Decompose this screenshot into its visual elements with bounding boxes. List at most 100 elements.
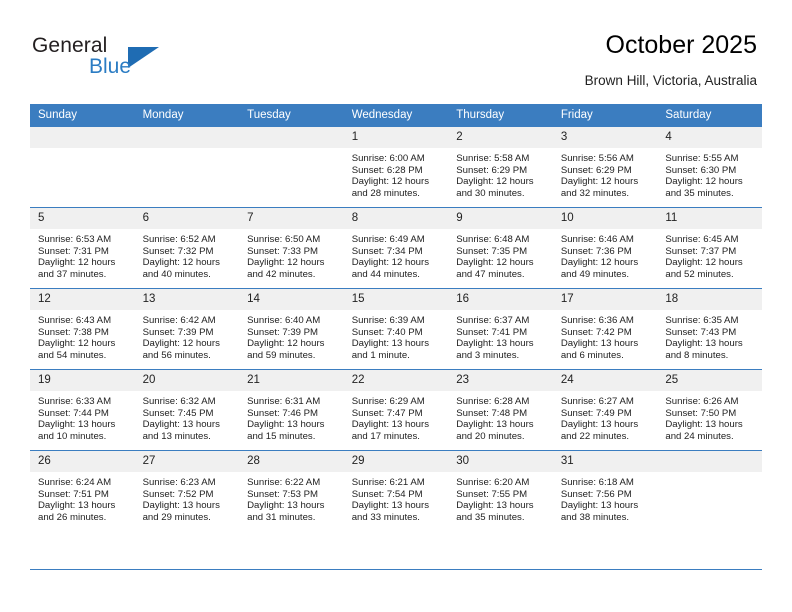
day-details: Sunrise: 6:24 AM Sunset: 7:51 PM Daylight:… (30, 472, 135, 524)
daylight-line-2: and 38 minutes. (560, 512, 630, 524)
calendar-day-cell[interactable]: 8 Sunrise: 6:49 AM Sunset: 7:34 PM Daylight… (343, 207, 449, 289)
calendar-week-row: 12 Sunrise: 6:43 AM Sunset: 7:38 PM Dayligh… (30, 288, 762, 370)
daylight-line-2: and 54 minutes. (38, 350, 107, 362)
day-details: Sunrise: 6:29 AM Sunset: 7:47 PM Daylight:… (344, 391, 449, 443)
calendar-day-cell[interactable]: 18 Sunrise: 6:35 AM Sunset: 7:43 PM Dayligh… (657, 288, 762, 370)
calendar-day-cell[interactable]: 15 Sunrise: 6:39 AM Sunset: 7:40 PM Dayligh… (343, 288, 449, 370)
calendar-day-cell[interactable]: 9 Sunrise: 6:48 AM Sunset: 7:35 PM Daylight… (448, 207, 553, 289)
day-details: Sunrise: 6:53 AM Sunset: 7:31 PM Daylight:… (30, 229, 135, 281)
daylight-line-1: Daylight: 12 hours (247, 338, 325, 350)
calendar-week-row: 1 Sunrise: 6:00 AM Sunset: 6:28 PM Daylight… (30, 126, 762, 208)
calendar-day-cell[interactable]: 3 Sunrise: 5:56 AM Sunset: 6:29 PM Daylight… (552, 126, 658, 208)
sunset-time: Sunset: 7:52 PM (142, 488, 214, 500)
sunrise-time: Sunrise: 6:21 AM (351, 477, 425, 488)
calendar-day-cell[interactable]: 12 Sunrise: 6:43 AM Sunset: 7:38 PM Dayligh… (30, 288, 135, 370)
page-title: October 2025 (605, 31, 758, 59)
calendar-day-cell[interactable]: 31 Sunrise: 6:18 AM Sunset: 7:56 PM Dayligh… (552, 450, 658, 531)
sunrise-time: Sunrise: 6:27 AM (560, 396, 634, 407)
sunrise-time: Sunrise: 6:50 AM (247, 234, 321, 245)
day-number: 27 (134, 451, 240, 472)
calendar-day-cell[interactable]: 7 Sunrise: 6:50 AM Sunset: 7:33 PM Daylight… (239, 207, 344, 289)
calendar-day-cell[interactable]: 25 Sunrise: 6:26 AM Sunset: 7:50 PM Dayligh… (657, 369, 762, 451)
sunrise-time: Sunrise: 6:52 AM (142, 234, 216, 245)
daylight-line-2: and 32 minutes. (560, 188, 630, 200)
sunset-time: Sunset: 7:53 PM (247, 488, 319, 500)
daylight-line-2: and 8 minutes. (665, 350, 729, 362)
sunrise-time: Sunrise: 6:32 AM (142, 396, 216, 407)
calendar-day-cell[interactable]: 29 Sunrise: 6:21 AM Sunset: 7:54 PM Dayligh… (343, 450, 449, 531)
sunrise-time: Sunrise: 6:18 AM (560, 477, 634, 488)
sunrise-time: Sunrise: 6:31 AM (247, 396, 321, 407)
calendar-day-cell[interactable]: 13 Sunrise: 6:42 AM Sunset: 7:39 PM Dayligh… (134, 288, 240, 370)
sunset-time: Sunset: 7:32 PM (142, 245, 214, 257)
sunset-time: Sunset: 7:36 PM (560, 245, 632, 257)
day-details: Sunrise: 5:55 AM Sunset: 6:30 PM Daylight:… (657, 148, 762, 200)
sunrise-time: Sunrise: 6:40 AM (247, 315, 321, 326)
day-number: 19 (30, 370, 135, 391)
day-details: Sunrise: 6:21 AM Sunset: 7:54 PM Daylight:… (344, 472, 449, 524)
calendar-day-cell[interactable]: 30 Sunrise: 6:20 AM Sunset: 7:55 PM Dayligh… (448, 450, 553, 531)
calendar-day-cell[interactable]: 21 Sunrise: 6:31 AM Sunset: 7:46 PM Dayligh… (239, 369, 344, 451)
daylight-line-2: and 40 minutes. (142, 269, 211, 281)
day-details: Sunrise: 6:52 AM Sunset: 7:32 PM Daylight:… (135, 229, 240, 281)
daylight-line-1: Daylight: 12 hours (351, 176, 430, 188)
day-details: Sunrise: 6:20 AM Sunset: 7:55 PM Daylight:… (448, 472, 553, 524)
day-number (134, 127, 240, 148)
sunrise-time: Sunrise: 6:42 AM (142, 315, 216, 326)
calendar-day-cell[interactable]: 4 Sunrise: 5:55 AM Sunset: 6:30 PM Daylight… (657, 126, 762, 208)
day-number: 28 (239, 451, 344, 472)
day-number: 17 (552, 289, 658, 310)
calendar-day-cell[interactable]: 10 Sunrise: 6:46 AM Sunset: 7:36 PM Dayligh… (552, 207, 658, 289)
calendar-day-cell[interactable]: 17 Sunrise: 6:36 AM Sunset: 7:42 PM Dayligh… (552, 288, 658, 370)
general-blue-logo[interactable]: General Blue (32, 34, 212, 86)
daylight-line-1: Daylight: 13 hours (247, 500, 325, 512)
sunset-time: Sunset: 7:33 PM (247, 245, 319, 257)
day-number: 25 (657, 370, 762, 391)
daylight-line-2: and 22 minutes. (560, 431, 630, 443)
day-details: Sunrise: 6:50 AM Sunset: 7:33 PM Daylight:… (239, 229, 344, 281)
day-number: 1 (343, 127, 449, 148)
sunset-time: Sunset: 7:55 PM (456, 488, 528, 500)
sunrise-time: Sunrise: 6:36 AM (560, 315, 634, 326)
calendar-day-cell[interactable]: 14 Sunrise: 6:40 AM Sunset: 7:39 PM Dayligh… (239, 288, 344, 370)
day-number: 8 (343, 208, 449, 229)
calendar-day-cell[interactable]: 1 Sunrise: 6:00 AM Sunset: 6:28 PM Daylight… (343, 126, 449, 208)
calendar-day-cell[interactable]: 19 Sunrise: 6:33 AM Sunset: 7:44 PM Dayligh… (30, 369, 135, 451)
calendar-day-cell[interactable]: 2 Sunrise: 5:58 AM Sunset: 6:29 PM Daylight… (448, 126, 553, 208)
day-number: 4 (657, 127, 762, 148)
sunset-time: Sunset: 7:49 PM (560, 407, 632, 419)
sunrise-time: Sunrise: 6:00 AM (351, 153, 425, 164)
sunset-time: Sunset: 7:45 PM (142, 407, 214, 419)
calendar-day-cell[interactable]: 6 Sunrise: 6:52 AM Sunset: 7:32 PM Daylight… (134, 207, 240, 289)
daylight-line-1: Daylight: 13 hours (142, 500, 220, 512)
daylight-line-2: and 33 minutes. (351, 512, 420, 524)
day-number: 30 (448, 451, 553, 472)
sunset-time: Sunset: 7:51 PM (38, 488, 109, 500)
calendar-day-cell[interactable]: 26 Sunrise: 6:24 AM Sunset: 7:51 PM Dayligh… (30, 450, 135, 531)
day-details: Sunrise: 6:26 AM Sunset: 7:50 PM Daylight:… (657, 391, 762, 443)
day-number: 2 (448, 127, 553, 148)
day-number (30, 127, 135, 148)
daylight-line-1: Daylight: 13 hours (665, 338, 743, 350)
calendar-day-cell[interactable]: 16 Sunrise: 6:37 AM Sunset: 7:41 PM Dayligh… (448, 288, 553, 370)
title-block: October 2025 Brown Hill, Victoria, Austr… (585, 30, 757, 89)
calendar-day-cell[interactable]: 24 Sunrise: 6:27 AM Sunset: 7:49 PM Dayligh… (552, 369, 658, 451)
daylight-line-2: and 35 minutes. (665, 188, 734, 200)
daylight-line-1: Daylight: 13 hours (560, 338, 639, 350)
day-details: Sunrise: 6:35 AM Sunset: 7:43 PM Daylight:… (657, 310, 762, 362)
calendar-day-cell[interactable]: 22 Sunrise: 6:29 AM Sunset: 7:47 PM Dayligh… (343, 369, 449, 451)
calendar-day-cell[interactable]: 27 Sunrise: 6:23 AM Sunset: 7:52 PM Dayligh… (134, 450, 240, 531)
day-details: Sunrise: 6:45 AM Sunset: 7:37 PM Daylight:… (657, 229, 762, 281)
daylight-line-1: Daylight: 13 hours (142, 419, 220, 431)
calendar-page: General Blue October 2025 Brown Hill, Vi… (0, 0, 792, 612)
calendar-day-cell[interactable]: 11 Sunrise: 6:45 AM Sunset: 7:37 PM Dayligh… (657, 207, 762, 289)
day-number: 10 (552, 208, 658, 229)
day-number: 26 (30, 451, 135, 472)
sunset-time: Sunset: 7:44 PM (38, 407, 109, 419)
calendar-day-cell[interactable]: 20 Sunrise: 6:32 AM Sunset: 7:45 PM Dayligh… (134, 369, 240, 451)
calendar-day-cell[interactable]: 28 Sunrise: 6:22 AM Sunset: 7:53 PM Dayligh… (239, 450, 344, 531)
calendar-day-cell[interactable]: 23 Sunrise: 6:28 AM Sunset: 7:48 PM Dayligh… (448, 369, 553, 451)
calendar-day-cell[interactable]: 5 Sunrise: 6:53 AM Sunset: 7:31 PM Daylight… (30, 207, 135, 289)
day-number: 29 (343, 451, 449, 472)
day-details: Sunrise: 6:27 AM Sunset: 7:49 PM Daylight:… (553, 391, 658, 443)
